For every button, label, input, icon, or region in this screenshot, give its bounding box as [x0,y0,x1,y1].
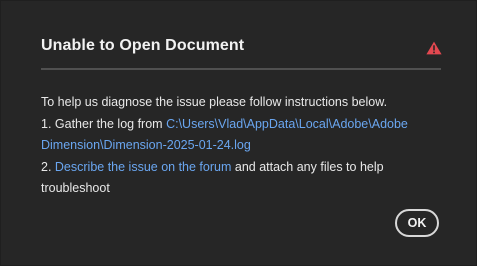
forum-link[interactable]: Describe the issue on the forum [55,160,231,174]
step-1-prefix: 1. Gather the log from [41,116,167,131]
message-step-1-continued: Dimension\Dimension-2025-01-24.log [41,135,451,157]
ok-button[interactable]: OK [395,209,439,237]
dialog-message: To help us diagnose the issue please fol… [41,92,451,200]
log-path-link-continued[interactable]: Dimension\Dimension-2025-01-24.log [41,138,251,152]
dialog-title: Unable to Open Document [41,37,245,54]
message-step-1: 1. Gather the log from C:\Users\Vlad\App… [41,114,451,136]
error-dialog: Unable to Open Document To help us diagn… [0,0,477,266]
title-divider [41,68,441,70]
warning-icon [426,41,442,55]
log-path-link[interactable]: C:\Users\Vlad\AppData\Local\Adobe\Adobe [166,117,408,131]
message-step-2: 2. Describe the issue on the forum and a… [41,157,451,179]
message-step-2-continued: troubleshoot [41,181,110,195]
step-2-prefix: 2. [41,159,55,174]
message-intro: To help us diagnose the issue please fol… [41,95,388,109]
step-2-suffix: and attach any files to help [231,159,384,174]
